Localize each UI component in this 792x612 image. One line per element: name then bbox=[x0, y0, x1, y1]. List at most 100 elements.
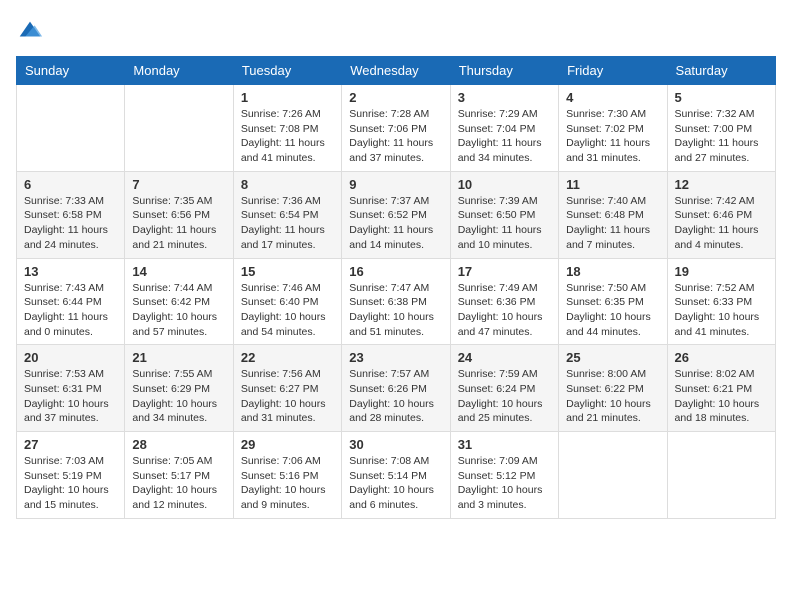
day-cell: 20 Sunrise: 7:53 AM Sunset: 6:31 PM Dayli… bbox=[17, 345, 125, 432]
week-row-2: 6 Sunrise: 7:33 AM Sunset: 6:58 PM Daylig… bbox=[17, 171, 776, 258]
day-cell: 25Sunrise: 8:00 AM Sunset: 6:22 PM Dayli… bbox=[559, 345, 667, 432]
day-number: 17 bbox=[458, 264, 551, 279]
day-info: Sunrise: 7:40 AM Sunset: 6:48 PM Dayligh… bbox=[566, 194, 659, 253]
day-cell: 19Sunrise: 7:52 AM Sunset: 6:33 PM Dayli… bbox=[667, 258, 775, 345]
day-info: Sunrise: 8:02 AM Sunset: 6:21 PM Dayligh… bbox=[675, 367, 768, 426]
day-info: Sunrise: 7:43 AM Sunset: 6:44 PM Dayligh… bbox=[24, 281, 117, 340]
day-cell: 11 Sunrise: 7:40 AM Sunset: 6:48 PM Dayli… bbox=[559, 171, 667, 258]
column-header-tuesday: Tuesday bbox=[233, 57, 341, 85]
day-info: Sunrise: 7:37 AM Sunset: 6:52 PM Dayligh… bbox=[349, 194, 442, 253]
day-cell: 28 Sunrise: 7:05 AM Sunset: 5:17 PM Dayli… bbox=[125, 432, 233, 519]
day-cell: 30 Sunrise: 7:08 AM Sunset: 5:14 PM Dayli… bbox=[342, 432, 450, 519]
column-header-sunday: Sunday bbox=[17, 57, 125, 85]
day-number: 21 bbox=[132, 350, 225, 365]
logo bbox=[16, 16, 48, 44]
day-cell: 27 Sunrise: 7:03 AM Sunset: 5:19 PM Dayli… bbox=[17, 432, 125, 519]
week-row-5: 27 Sunrise: 7:03 AM Sunset: 5:19 PM Dayli… bbox=[17, 432, 776, 519]
day-cell: 2 Sunrise: 7:28 AM Sunset: 7:06 PM Daylig… bbox=[342, 85, 450, 172]
day-number: 25 bbox=[566, 350, 659, 365]
column-header-friday: Friday bbox=[559, 57, 667, 85]
day-info: Sunrise: 7:59 AM Sunset: 6:24 PM Dayligh… bbox=[458, 367, 551, 426]
day-cell: 21 Sunrise: 7:55 AM Sunset: 6:29 PM Dayli… bbox=[125, 345, 233, 432]
day-number: 31 bbox=[458, 437, 551, 452]
column-header-saturday: Saturday bbox=[667, 57, 775, 85]
day-info: Sunrise: 7:46 AM Sunset: 6:40 PM Dayligh… bbox=[241, 281, 334, 340]
day-info: Sunrise: 7:30 AM Sunset: 7:02 PM Dayligh… bbox=[566, 107, 659, 166]
day-number: 9 bbox=[349, 177, 442, 192]
day-cell: 24Sunrise: 7:59 AM Sunset: 6:24 PM Dayli… bbox=[450, 345, 558, 432]
day-cell: 14Sunrise: 7:44 AM Sunset: 6:42 PM Dayli… bbox=[125, 258, 233, 345]
day-info: Sunrise: 7:03 AM Sunset: 5:19 PM Dayligh… bbox=[24, 454, 117, 513]
day-number: 10 bbox=[458, 177, 551, 192]
day-cell: 15 Sunrise: 7:46 AM Sunset: 6:40 PM Dayli… bbox=[233, 258, 341, 345]
header-row: SundayMondayTuesdayWednesdayThursdayFrid… bbox=[17, 57, 776, 85]
day-cell: 9 Sunrise: 7:37 AM Sunset: 6:52 PM Daylig… bbox=[342, 171, 450, 258]
day-info: Sunrise: 7:28 AM Sunset: 7:06 PM Dayligh… bbox=[349, 107, 442, 166]
day-cell: 10Sunrise: 7:39 AM Sunset: 6:50 PM Dayli… bbox=[450, 171, 558, 258]
day-info: Sunrise: 7:29 AM Sunset: 7:04 PM Dayligh… bbox=[458, 107, 551, 166]
day-cell: 17 Sunrise: 7:49 AM Sunset: 6:36 PM Dayli… bbox=[450, 258, 558, 345]
calendar-table: SundayMondayTuesdayWednesdayThursdayFrid… bbox=[16, 56, 776, 519]
day-number: 2 bbox=[349, 90, 442, 105]
day-info: Sunrise: 7:56 AM Sunset: 6:27 PM Dayligh… bbox=[241, 367, 334, 426]
page-header bbox=[16, 16, 776, 44]
day-cell: 29 Sunrise: 7:06 AM Sunset: 5:16 PM Dayli… bbox=[233, 432, 341, 519]
day-info: Sunrise: 7:33 AM Sunset: 6:58 PM Dayligh… bbox=[24, 194, 117, 253]
day-number: 26 bbox=[675, 350, 768, 365]
column-header-thursday: Thursday bbox=[450, 57, 558, 85]
day-cell: 18Sunrise: 7:50 AM Sunset: 6:35 PM Dayli… bbox=[559, 258, 667, 345]
day-cell: 26 Sunrise: 8:02 AM Sunset: 6:21 PM Dayli… bbox=[667, 345, 775, 432]
day-cell: 4 Sunrise: 7:30 AM Sunset: 7:02 PM Daylig… bbox=[559, 85, 667, 172]
day-info: Sunrise: 7:08 AM Sunset: 5:14 PM Dayligh… bbox=[349, 454, 442, 513]
day-number: 27 bbox=[24, 437, 117, 452]
day-number: 5 bbox=[675, 90, 768, 105]
day-cell bbox=[559, 432, 667, 519]
day-cell: 5 Sunrise: 7:32 AM Sunset: 7:00 PM Daylig… bbox=[667, 85, 775, 172]
day-info: Sunrise: 7:32 AM Sunset: 7:00 PM Dayligh… bbox=[675, 107, 768, 166]
day-cell: 3 Sunrise: 7:29 AM Sunset: 7:04 PM Daylig… bbox=[450, 85, 558, 172]
logo-icon bbox=[16, 16, 44, 44]
day-number: 4 bbox=[566, 90, 659, 105]
day-number: 20 bbox=[24, 350, 117, 365]
column-header-wednesday: Wednesday bbox=[342, 57, 450, 85]
day-info: Sunrise: 7:55 AM Sunset: 6:29 PM Dayligh… bbox=[132, 367, 225, 426]
day-cell: 7Sunrise: 7:35 AM Sunset: 6:56 PM Daylig… bbox=[125, 171, 233, 258]
day-info: Sunrise: 7:53 AM Sunset: 6:31 PM Dayligh… bbox=[24, 367, 117, 426]
day-number: 12 bbox=[675, 177, 768, 192]
day-info: Sunrise: 7:06 AM Sunset: 5:16 PM Dayligh… bbox=[241, 454, 334, 513]
day-cell: 31 Sunrise: 7:09 AM Sunset: 5:12 PM Dayli… bbox=[450, 432, 558, 519]
day-number: 15 bbox=[241, 264, 334, 279]
day-cell: 1Sunrise: 7:26 AM Sunset: 7:08 PM Daylig… bbox=[233, 85, 341, 172]
day-cell bbox=[667, 432, 775, 519]
day-number: 19 bbox=[675, 264, 768, 279]
day-number: 3 bbox=[458, 90, 551, 105]
day-number: 6 bbox=[24, 177, 117, 192]
day-number: 22 bbox=[241, 350, 334, 365]
day-info: Sunrise: 7:42 AM Sunset: 6:46 PM Dayligh… bbox=[675, 194, 768, 253]
day-cell: 13 Sunrise: 7:43 AM Sunset: 6:44 PM Dayli… bbox=[17, 258, 125, 345]
day-number: 7 bbox=[132, 177, 225, 192]
day-info: Sunrise: 7:26 AM Sunset: 7:08 PM Dayligh… bbox=[241, 107, 334, 166]
day-number: 23 bbox=[349, 350, 442, 365]
week-row-4: 20 Sunrise: 7:53 AM Sunset: 6:31 PM Dayli… bbox=[17, 345, 776, 432]
day-info: Sunrise: 7:05 AM Sunset: 5:17 PM Dayligh… bbox=[132, 454, 225, 513]
day-number: 11 bbox=[566, 177, 659, 192]
day-info: Sunrise: 7:47 AM Sunset: 6:38 PM Dayligh… bbox=[349, 281, 442, 340]
day-cell bbox=[125, 85, 233, 172]
day-info: Sunrise: 7:49 AM Sunset: 6:36 PM Dayligh… bbox=[458, 281, 551, 340]
day-cell: 6 Sunrise: 7:33 AM Sunset: 6:58 PM Daylig… bbox=[17, 171, 125, 258]
day-number: 16 bbox=[349, 264, 442, 279]
day-cell: 16 Sunrise: 7:47 AM Sunset: 6:38 PM Dayli… bbox=[342, 258, 450, 345]
week-row-3: 13 Sunrise: 7:43 AM Sunset: 6:44 PM Dayli… bbox=[17, 258, 776, 345]
day-info: Sunrise: 7:44 AM Sunset: 6:42 PM Dayligh… bbox=[132, 281, 225, 340]
day-number: 13 bbox=[24, 264, 117, 279]
day-number: 29 bbox=[241, 437, 334, 452]
day-cell: 22 Sunrise: 7:56 AM Sunset: 6:27 PM Dayli… bbox=[233, 345, 341, 432]
day-info: Sunrise: 7:50 AM Sunset: 6:35 PM Dayligh… bbox=[566, 281, 659, 340]
day-cell: 12 Sunrise: 7:42 AM Sunset: 6:46 PM Dayli… bbox=[667, 171, 775, 258]
day-number: 28 bbox=[132, 437, 225, 452]
day-info: Sunrise: 7:09 AM Sunset: 5:12 PM Dayligh… bbox=[458, 454, 551, 513]
day-number: 30 bbox=[349, 437, 442, 452]
day-cell: 23Sunrise: 7:57 AM Sunset: 6:26 PM Dayli… bbox=[342, 345, 450, 432]
day-number: 8 bbox=[241, 177, 334, 192]
